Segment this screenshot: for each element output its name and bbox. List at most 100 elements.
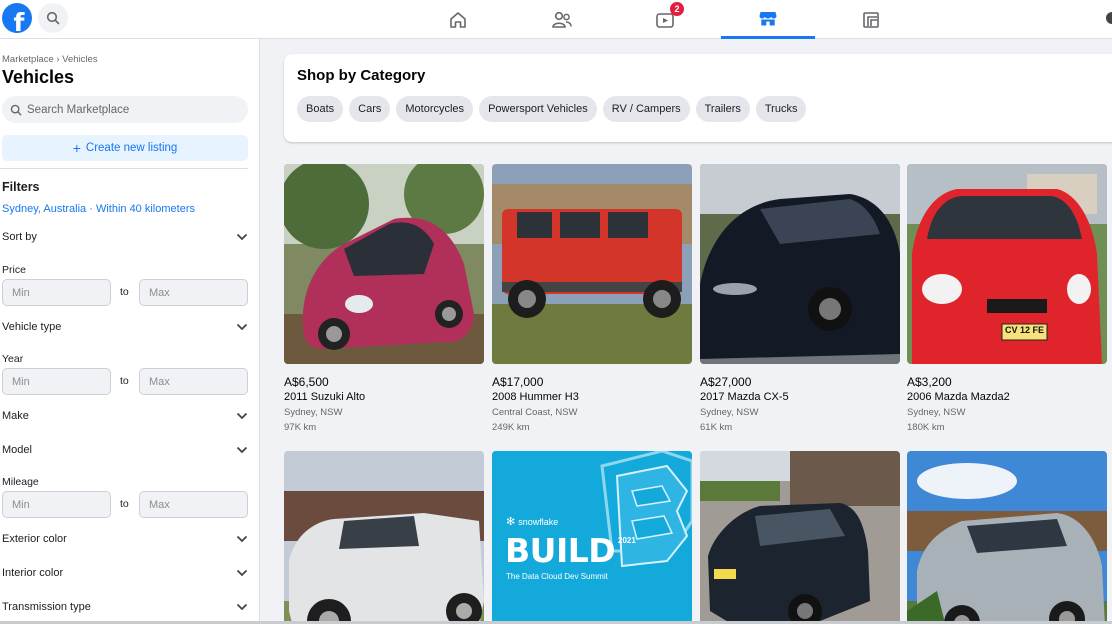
friends-icon xyxy=(552,11,572,28)
listing-title: 2006 Mazda Mazda2 xyxy=(907,391,1010,403)
listing-card[interactable] xyxy=(907,451,1107,624)
car-photo-silver-suv xyxy=(907,451,1107,624)
search-icon xyxy=(10,104,22,115)
ad-subline: The Data Cloud Dev Summit xyxy=(506,572,608,581)
friends-tab[interactable] xyxy=(515,0,609,39)
transmission-type-dropdown[interactable]: Transmission type xyxy=(2,598,248,616)
car-photo-hummer-h3 xyxy=(492,164,692,364)
chevron-down-icon xyxy=(236,603,248,611)
category-title: Shop by Category xyxy=(297,67,426,84)
sort-by-label: Sort by xyxy=(2,231,37,243)
search-button[interactable] xyxy=(38,3,68,33)
marketplace-sidebar: Marketplace › Vehicles Vehicles Search M… xyxy=(0,39,260,624)
price-range: Min to Max xyxy=(2,279,248,306)
car-photo-mazda3 xyxy=(700,451,900,624)
shop-by-category-card: Shop by Category Boats Cars Motorcycles … xyxy=(284,54,1112,142)
listing-price: A$17,000 xyxy=(492,375,544,389)
snowflake-logo: ✻ snowflake xyxy=(506,515,558,528)
watch-tab[interactable]: 2 xyxy=(618,0,712,39)
breadcrumb[interactable]: Marketplace › Vehicles xyxy=(2,54,98,65)
listing-photo[interactable] xyxy=(907,451,1107,624)
vehicle-type-label: Vehicle type xyxy=(2,321,62,333)
category-chip-cars[interactable]: Cars xyxy=(349,96,391,122)
notification-badge: 2 xyxy=(670,2,684,16)
listing-price: A$27,000 xyxy=(700,375,752,389)
exterior-color-dropdown[interactable]: Exterior color xyxy=(2,530,248,548)
listing-card[interactable]: A$27,000 2017 Mazda CX-5 Sydney, NSW 61K… xyxy=(700,164,900,433)
price-max-input[interactable]: Max xyxy=(139,279,248,306)
listing-photo[interactable] xyxy=(700,451,900,624)
listing-card[interactable] xyxy=(700,451,900,624)
marketplace-tab[interactable] xyxy=(721,0,815,39)
mileage-range: Min to Max xyxy=(2,491,248,518)
chevron-down-icon xyxy=(236,446,248,454)
listing-location: Sydney, NSW xyxy=(700,407,759,418)
category-chips: Boats Cars Motorcycles Powersport Vehicl… xyxy=(297,96,807,122)
make-dropdown[interactable]: Make xyxy=(2,407,248,425)
category-chip-motorcycles[interactable]: Motorcycles xyxy=(396,96,474,122)
listing-title: 2017 Mazda CX-5 xyxy=(700,391,789,403)
home-icon xyxy=(450,11,466,28)
create-listing-button[interactable]: + Create new listing xyxy=(2,135,248,161)
to-label: to xyxy=(120,286,129,298)
search-input[interactable]: Search Marketplace xyxy=(2,96,248,123)
mileage-label-row: Mileage xyxy=(2,473,248,491)
listing-card[interactable] xyxy=(284,451,484,624)
listing-photo[interactable] xyxy=(700,164,900,364)
listing-price: A$6,500 xyxy=(284,375,329,389)
search-placeholder: Search Marketplace xyxy=(27,103,130,116)
ad-headline: BUILD xyxy=(505,531,616,570)
account-avatar[interactable] xyxy=(1106,12,1112,24)
year-range: Min to Max xyxy=(2,368,248,395)
listing-card[interactable]: CV 12 FE A$3,200 2006 Mazda Mazda2 Sydne… xyxy=(907,164,1107,433)
plus-icon: + xyxy=(72,140,81,156)
sort-by-dropdown[interactable]: Sort by xyxy=(2,228,248,246)
model-label: Model xyxy=(2,444,32,456)
listing-photo[interactable] xyxy=(284,164,484,364)
marketplace-icon xyxy=(759,12,777,26)
chevron-down-icon xyxy=(236,535,248,543)
create-listing-label: Create new listing xyxy=(85,142,178,154)
top-navigation-bar: f 2 xyxy=(0,0,1112,39)
listing-photo[interactable]: CV 12 FE xyxy=(907,164,1107,364)
mileage-min-input[interactable]: Min xyxy=(2,491,111,518)
price-label-row: Price xyxy=(2,261,248,279)
page-title: Vehicles xyxy=(2,67,75,87)
car-photo-mazda-cx5 xyxy=(700,164,900,364)
year-max-input[interactable]: Max xyxy=(139,368,248,395)
listing-mileage: 61K km xyxy=(700,422,733,433)
listing-photo[interactable] xyxy=(284,451,484,624)
sponsored-ad-card[interactable]: ✻ snowflake BUILD 2021 The Data Cloud De… xyxy=(492,451,692,624)
license-plate: CV 12 FE xyxy=(1004,325,1044,335)
ad-year: 2021 xyxy=(618,536,636,545)
facebook-logo-letter: f xyxy=(13,8,25,33)
facebook-logo[interactable]: f xyxy=(2,3,32,33)
transmission-type-label: Transmission type xyxy=(2,601,91,613)
vehicle-type-dropdown[interactable]: Vehicle type xyxy=(2,318,248,336)
mileage-max-input[interactable]: Max xyxy=(139,491,248,518)
ad-image[interactable]: ✻ snowflake BUILD 2021 The Data Cloud De… xyxy=(492,451,692,624)
chevron-down-icon xyxy=(236,569,248,577)
chevron-down-icon xyxy=(236,412,248,420)
listing-card[interactable]: A$17,000 2008 Hummer H3 Central Coast, N… xyxy=(492,164,692,433)
category-chip-trailers[interactable]: Trailers xyxy=(695,96,750,122)
category-chip-powersport[interactable]: Powersport Vehicles xyxy=(479,96,597,122)
category-chip-trucks[interactable]: Trucks xyxy=(755,96,807,122)
category-chip-rv-campers[interactable]: RV / Campers xyxy=(602,96,690,122)
interior-color-dropdown[interactable]: Interior color xyxy=(2,564,248,582)
listing-photo[interactable] xyxy=(492,164,692,364)
year-min-input[interactable]: Min xyxy=(2,368,111,395)
model-dropdown[interactable]: Model xyxy=(2,441,248,459)
listing-mileage: 97K km xyxy=(284,422,317,433)
price-min-input[interactable]: Min xyxy=(2,279,111,306)
interior-color-label: Interior color xyxy=(2,567,64,579)
home-tab[interactable] xyxy=(411,0,505,39)
snowflake-icon: ✻ xyxy=(506,516,516,528)
marketplace-feed: Shop by Category Boats Cars Motorcycles … xyxy=(260,39,1112,624)
gaming-tab[interactable] xyxy=(824,0,918,39)
category-chip-boats[interactable]: Boats xyxy=(297,96,344,122)
listing-title: 2008 Hummer H3 xyxy=(492,391,579,403)
listing-card[interactable]: A$6,500 2011 Suzuki Alto Sydney, NSW 97K… xyxy=(284,164,484,433)
location-filter[interactable]: Sydney, Australia · Within 40 kilometers xyxy=(2,203,195,215)
exterior-color-label: Exterior color xyxy=(2,533,67,545)
